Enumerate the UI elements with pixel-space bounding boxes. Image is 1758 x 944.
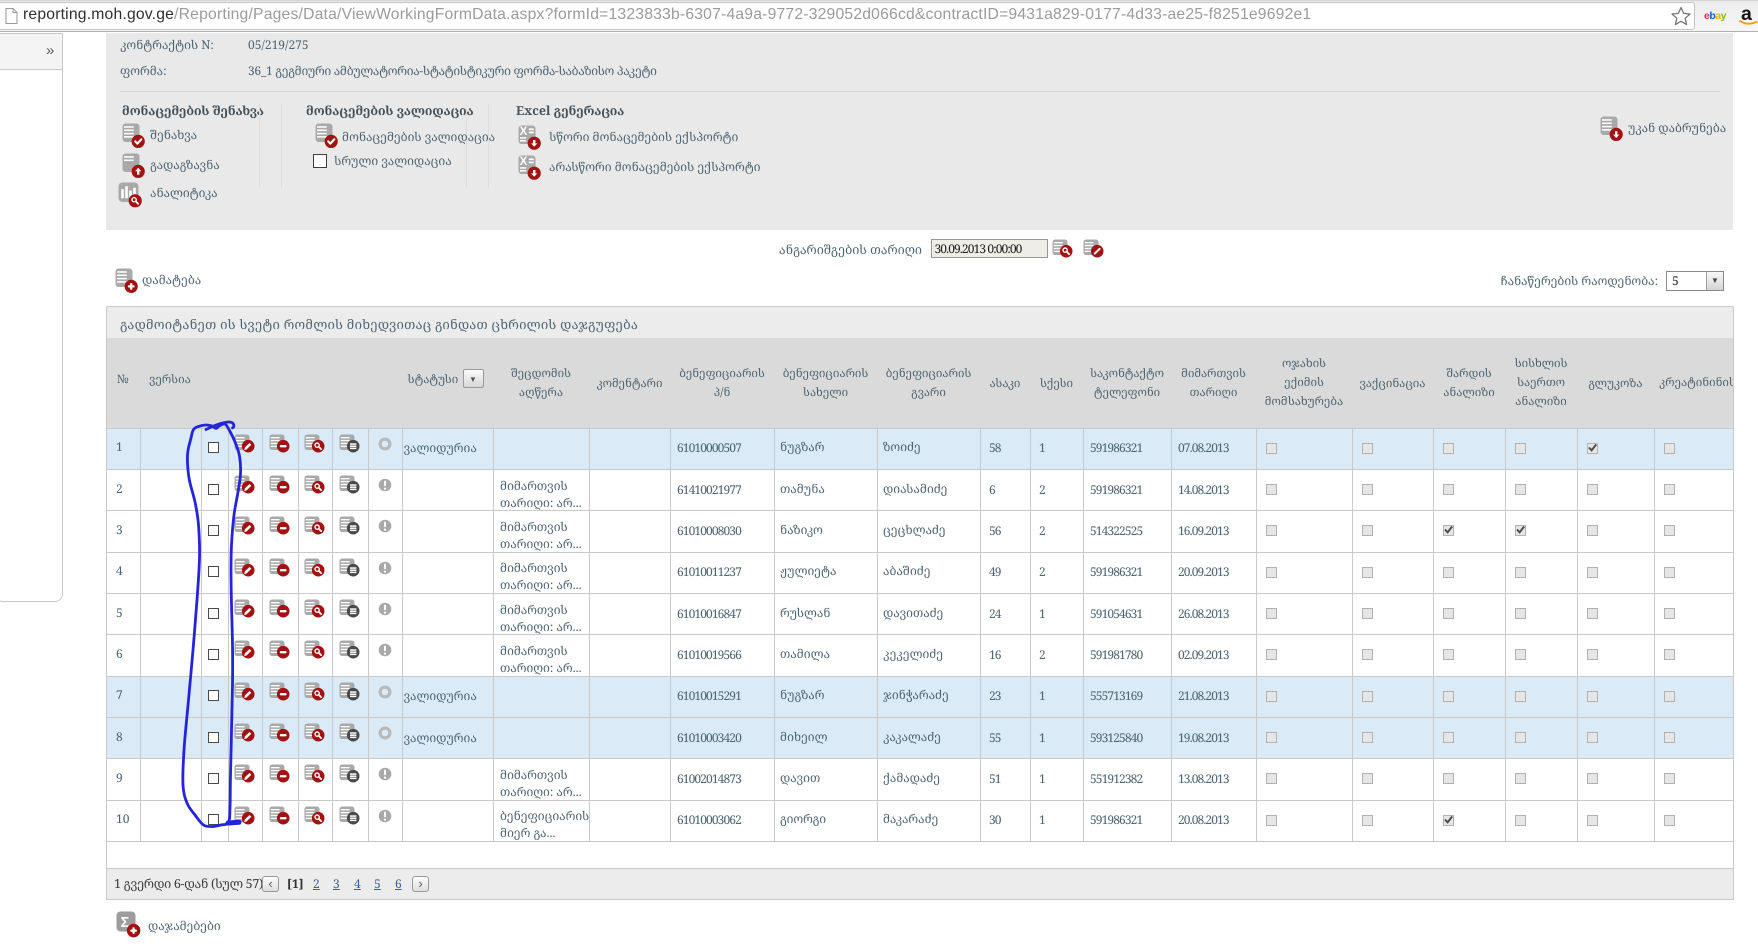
svg-text:X: X <box>520 126 528 138</box>
svg-text:X: X <box>520 156 528 168</box>
